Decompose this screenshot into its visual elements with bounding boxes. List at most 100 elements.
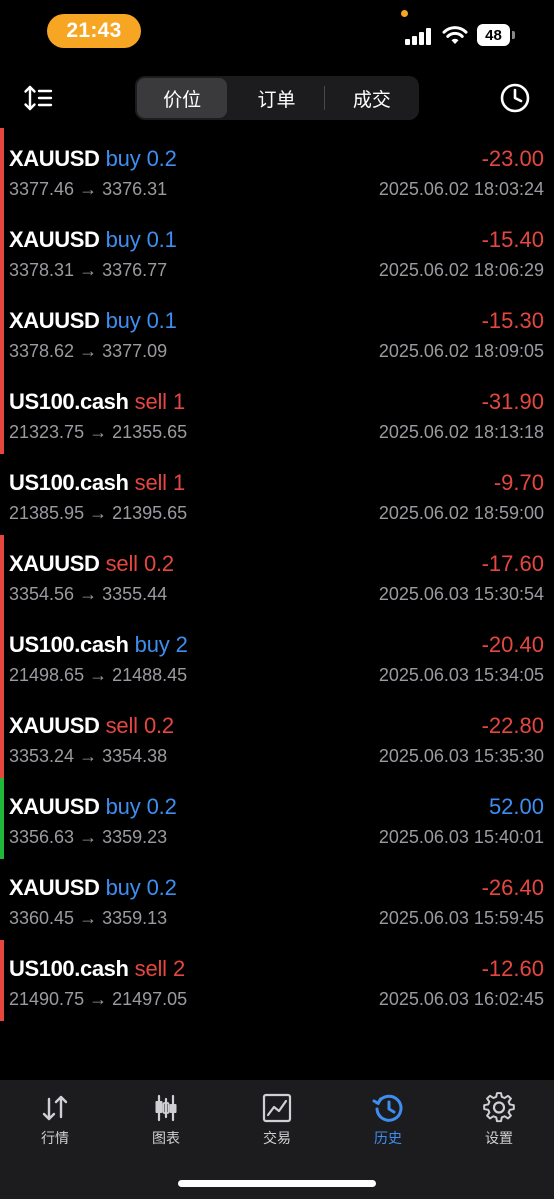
view-segmented-control: 价位 订单 成交	[135, 76, 419, 120]
deal-title: US100.cash sell 1	[9, 388, 185, 416]
deal-profit: -20.40	[481, 632, 544, 657]
deal-time: 2025.06.03 15:59:45	[378, 908, 544, 928]
deal-row[interactable]: US100.cash sell 1 -9.70 21385.95 → 21395.6…	[0, 454, 554, 535]
deal-profit: -15.40	[481, 227, 544, 252]
deal-time: 2025.06.03 16:02:45	[378, 989, 544, 1009]
deal-profit: -17.60	[481, 551, 544, 576]
deal-time: 2025.06.02 18:03:24	[378, 179, 544, 199]
deal-title: XAUUSD buy 0.2	[9, 874, 177, 902]
deal-symbol: XAUUSD	[9, 875, 100, 900]
deal-row[interactable]: XAUUSD buy 0.1 -15.30 3378.62 → 3377.09 202…	[0, 292, 554, 373]
deal-symbol: XAUUSD	[9, 713, 100, 738]
deal-volume: 2	[175, 632, 188, 657]
deal-profit: -9.70	[493, 470, 544, 495]
deals-history-list[interactable]: XAUUSD sell 0.26.603376.53 → 3376.492025…	[0, 100, 554, 1080]
deal-prices: 21498.65 → 21488.45	[9, 665, 188, 685]
tab-deals[interactable]: 成交	[327, 78, 417, 118]
deal-side: buy	[105, 146, 141, 171]
deal-row[interactable]: XAUUSD sell 0.2 -22.80 3353.24 → 3354.38 20…	[0, 697, 554, 778]
deal-profit: -22.80	[481, 713, 544, 738]
deal-side: buy	[105, 308, 141, 333]
tab-history[interactable]: 历史	[333, 1092, 443, 1152]
settings-icon	[483, 1092, 515, 1123]
deal-row[interactable]: XAUUSD buy 0.2 52.00 3356.63 → 3359.23 2025…	[0, 778, 554, 859]
clock-icon[interactable]	[497, 80, 533, 116]
deal-row[interactable]: US100.cash buy 2 -20.40 21498.65 → 21488.4…	[0, 616, 554, 697]
deal-title: US100.cash sell 2	[9, 955, 185, 983]
loss-indicator-bar	[0, 616, 4, 697]
deal-time: 2025.06.03 15:30:54	[378, 584, 544, 604]
deal-time: 2025.06.02 18:06:29	[378, 260, 544, 280]
deal-profit: 52.00	[488, 794, 544, 819]
battery-icon: 48	[477, 24, 515, 46]
deal-volume: 0.2	[143, 713, 174, 738]
deal-time: 2025.06.02 18:59:00	[378, 503, 544, 523]
deal-symbol: US100.cash	[9, 632, 129, 657]
deal-volume: 1	[173, 389, 186, 414]
tab-prices[interactable]: 价位	[137, 78, 228, 118]
tab-label: 行情	[41, 1130, 69, 1146]
deal-title: US100.cash buy 2	[9, 631, 188, 659]
deal-symbol: XAUUSD	[9, 794, 100, 819]
deal-side: buy	[105, 227, 141, 252]
deal-side: buy	[134, 632, 170, 657]
tab-quotes[interactable]: 行情	[0, 1092, 110, 1152]
deal-volume: 0.2	[146, 875, 177, 900]
deal-prices: 3353.24 → 3354.38	[9, 746, 168, 766]
profit-indicator-bar	[0, 778, 4, 859]
deal-profit: -23.00	[481, 146, 544, 171]
deal-prices: 3356.63 → 3359.23	[9, 827, 168, 847]
deal-side: sell	[134, 956, 167, 981]
tab-label: 设置	[485, 1130, 513, 1146]
deal-row[interactable]: US100.cash sell 1 -31.90 21323.75 → 21355.…	[0, 373, 554, 454]
deal-side: sell	[105, 551, 138, 576]
segment-divider	[323, 86, 325, 110]
deal-profit: -15.30	[481, 308, 544, 333]
deal-volume: 0.2	[146, 146, 177, 171]
deal-profit: -31.90	[481, 389, 544, 414]
cellular-signal-icon	[405, 27, 435, 45]
deal-row[interactable]: XAUUSD sell 0.2 -17.60 3354.56 → 3355.44 20…	[0, 535, 554, 616]
deal-title: XAUUSD buy 0.2	[9, 145, 177, 173]
status-bar: 21:43 48	[0, 0, 554, 66]
deal-symbol: XAUUSD	[9, 551, 100, 576]
tab-settings[interactable]: 设置	[444, 1092, 554, 1152]
tab-orders[interactable]: 订单	[231, 78, 321, 118]
deal-prices: 21385.95 → 21395.65	[9, 503, 188, 523]
tab-label: 图表	[152, 1130, 180, 1146]
deal-prices: 3354.56 → 3355.44	[9, 584, 168, 604]
battery-level: 48	[477, 24, 510, 46]
deal-symbol: XAUUSD	[9, 146, 100, 171]
sort-icon[interactable]	[22, 82, 54, 114]
loss-indicator-bar	[0, 535, 4, 616]
deal-side: buy	[105, 875, 141, 900]
deal-row[interactable]: XAUUSD buy 0.2 -26.40 3360.45 → 3359.13 202…	[0, 859, 554, 940]
tab-chart[interactable]: 图表	[111, 1092, 221, 1152]
loss-indicator-bar	[0, 292, 4, 373]
privacy-indicator-dot	[401, 10, 408, 17]
deal-time: 2025.06.03 15:34:05	[378, 665, 544, 685]
deal-prices: 3360.45 → 3359.13	[9, 908, 168, 928]
deal-prices: 3378.62 → 3377.09	[9, 341, 168, 361]
chart-icon	[155, 1094, 177, 1122]
home-indicator	[178, 1180, 376, 1187]
deal-volume: 0.1	[146, 227, 177, 252]
loss-indicator-bar	[0, 697, 4, 778]
deal-symbol: XAUUSD	[9, 308, 100, 333]
deal-row[interactable]: US100.cash sell 2 -12.60 21490.75 → 21497.…	[0, 940, 554, 1021]
deal-volume: 2	[173, 956, 186, 981]
deal-side: sell	[105, 713, 138, 738]
deal-profit: -26.40	[481, 875, 544, 900]
deal-title: XAUUSD buy 0.1	[9, 226, 177, 254]
deal-time: 2025.06.03 15:40:01	[378, 827, 544, 847]
quotes-icon	[42, 1095, 68, 1121]
deal-side: buy	[105, 794, 141, 819]
deal-row[interactable]: XAUUSD buy 0.1 -15.40 3378.31 → 3376.77 202…	[0, 211, 554, 292]
deal-symbol: XAUUSD	[9, 227, 100, 252]
tab-trade[interactable]: 交易	[222, 1092, 332, 1152]
loss-indicator-bar	[0, 373, 4, 454]
deal-symbol: US100.cash	[9, 956, 129, 981]
deal-time: 2025.06.02 18:13:18	[378, 422, 544, 442]
deal-row[interactable]: XAUUSD buy 0.2 -23.00 3377.46 → 3376.31 202…	[0, 130, 554, 211]
loss-indicator-bar	[0, 130, 4, 211]
